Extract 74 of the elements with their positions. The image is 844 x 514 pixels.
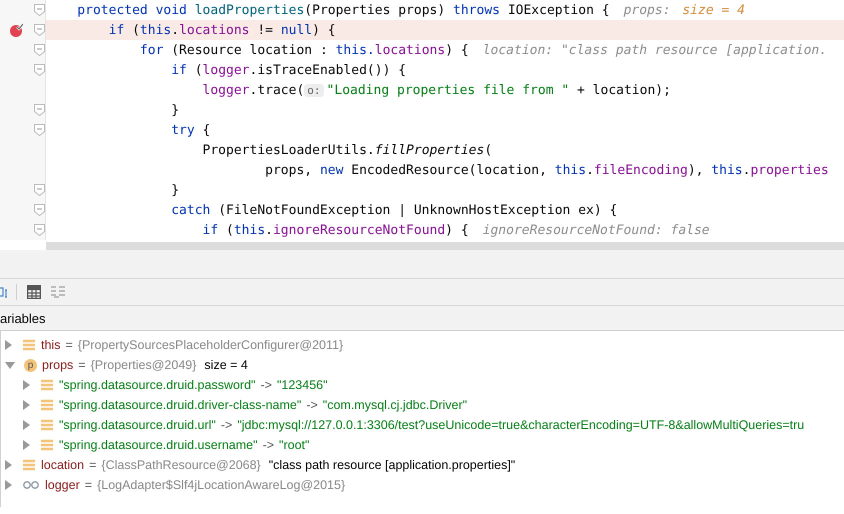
- field-icon: [23, 459, 35, 471]
- fold-marker-icon[interactable]: [34, 124, 45, 136]
- code-text: if (this.ignoreResourceNotFound) {: [202, 222, 469, 238]
- separator: ->: [260, 378, 272, 392]
- code-text: for (Resource location : this.locations) {: [138, 42, 469, 58]
- property-key: "spring.datasource.druid.username": [59, 438, 258, 452]
- expand-arrow-icon[interactable]: [5, 340, 12, 350]
- fold-marker-icon[interactable]: [34, 24, 45, 36]
- variable-type: {PropertySourcesPlaceholderConfigurer@2011}: [78, 338, 344, 352]
- code-text: PropertiesLoaderUtils.fillProperties(: [202, 142, 492, 158]
- property-value: "com.mysql.cj.jdbc.Driver": [322, 398, 468, 412]
- variable-type: {Properties@2049}: [90, 358, 196, 372]
- field-icon: [41, 419, 53, 431]
- code-text: catch (FileNotFoundException | UnknownHostException ex) {: [170, 202, 618, 218]
- property-key: "spring.datasource.druid.url": [59, 418, 216, 432]
- separator: ->: [306, 398, 318, 412]
- code-text: if (logger.isTraceEnabled()) {: [170, 62, 406, 78]
- property-value: "jdbc:mysql://127.0.0.1:3306/test?useUnicode=true&characterEncoding=UTF-8&allowMultiQueries=tru: [237, 418, 804, 432]
- field-icon: [41, 439, 53, 451]
- variable-name: logger: [45, 478, 80, 492]
- fold-marker-icon[interactable]: [34, 224, 45, 236]
- inline-value-hint: location: "class path resource [application.: [482, 42, 828, 58]
- expand-arrow-icon[interactable]: [5, 480, 12, 490]
- breakpoint-icon[interactable]: [9, 23, 23, 37]
- expand-arrow-icon[interactable]: [5, 460, 12, 470]
- inline-value-hint: ignoreResourceNotFound: false: [482, 222, 710, 238]
- list-icon[interactable]: [51, 286, 65, 298]
- code-text: logger.trace(: [202, 82, 304, 98]
- expand-arrow-icon[interactable]: [23, 440, 30, 450]
- toolbar-icon[interactable]: [0, 285, 8, 299]
- field-icon: [41, 379, 53, 391]
- separator: =: [78, 358, 86, 372]
- collapse-arrow-icon[interactable]: [5, 362, 15, 368]
- expand-arrow-icon[interactable]: [23, 400, 30, 410]
- variable-type: {ClassPathResource@2068}: [101, 458, 261, 472]
- code-text: }: [170, 182, 180, 198]
- separator: =: [65, 338, 73, 352]
- code-text: protected void loadProperties(Properties props) throws IOException {: [76, 2, 610, 18]
- property-key: "spring.datasource.druid.password": [59, 378, 256, 392]
- parameter-badge: p: [24, 358, 37, 372]
- variable-name: location: [41, 458, 84, 472]
- fold-marker-icon[interactable]: [34, 204, 45, 216]
- table-icon[interactable]: [27, 285, 41, 299]
- property-value: "123456": [276, 378, 328, 392]
- glasses-icon: [23, 481, 39, 489]
- separator: ->: [220, 418, 232, 432]
- fold-marker-icon[interactable]: [34, 104, 45, 116]
- separator: ->: [262, 438, 274, 452]
- property-key: "spring.datasource.druid.driver-class-name": [59, 398, 302, 412]
- panel-title: ariables: [0, 310, 46, 326]
- code-text: try {: [170, 122, 210, 138]
- code-text: "Loading properties file from " + location);: [326, 82, 671, 98]
- field-icon: [23, 339, 35, 351]
- variable-value: "class path resource [application.properties]": [268, 458, 516, 472]
- fold-marker-icon[interactable]: [34, 64, 45, 76]
- code-text: props, new EncodedResource(location, this.fileEncoding), this.properties: [264, 162, 829, 178]
- separator: =: [84, 478, 92, 492]
- code-text: if (this.locations != null) {: [108, 22, 336, 38]
- separator: =: [89, 458, 96, 472]
- expand-arrow-icon[interactable]: [23, 420, 30, 430]
- inline-value-hint: props: size = 4: [624, 2, 745, 18]
- code-text: }: [170, 102, 180, 118]
- field-icon: [41, 399, 53, 411]
- expand-arrow-icon[interactable]: [23, 380, 30, 390]
- variable-name: this: [41, 338, 60, 352]
- variable-name: props: [42, 358, 74, 372]
- fold-marker-icon[interactable]: [34, 44, 45, 56]
- property-value: "root": [279, 438, 310, 452]
- variable-type: {LogAdapter$Slf4jLocationAwareLog@2015}: [97, 478, 346, 492]
- variable-value: size = 4: [204, 358, 248, 372]
- fold-marker-icon[interactable]: [34, 4, 45, 16]
- parameter-hint: o:: [304, 84, 324, 96]
- horizontal-scrollbar[interactable]: [46, 242, 844, 250]
- fold-marker-icon[interactable]: [34, 184, 45, 196]
